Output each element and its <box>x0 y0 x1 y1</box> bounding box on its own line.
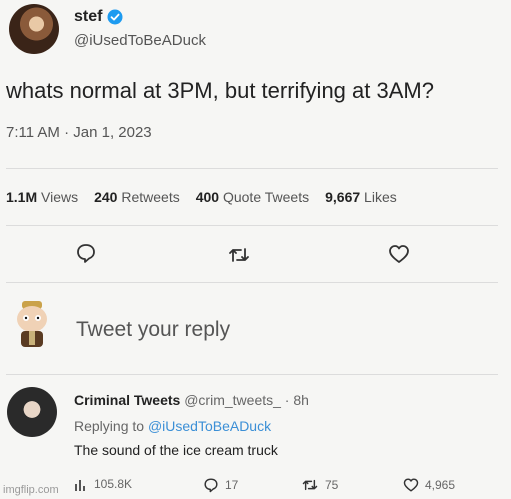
author-avatar[interactable] <box>9 4 59 54</box>
reply-like-count: 4,965 <box>425 478 456 492</box>
author-handle[interactable]: @iUsedToBeADuck <box>74 32 206 49</box>
divider <box>6 282 498 283</box>
composer-avatar[interactable] <box>15 299 49 351</box>
tweet-timestamp[interactable]: 7:11 AM · Jan 1, 2023 <box>6 124 152 141</box>
heart-icon[interactable] <box>388 243 410 265</box>
reply-separator: · <box>284 392 290 408</box>
comment-icon <box>203 477 219 493</box>
author-name-row: stef <box>74 8 123 26</box>
divider <box>6 374 498 375</box>
reply-retweet[interactable]: 75 <box>301 477 338 493</box>
reply-author-avatar[interactable] <box>7 387 57 437</box>
reply-header: Criminal Tweets @crim_tweets_ · 8h <box>74 392 309 408</box>
reply-age[interactable]: 8h <box>293 392 309 408</box>
retweet-icon[interactable] <box>228 244 250 266</box>
reply-views[interactable]: 105.8K <box>74 477 132 491</box>
reply-author-name[interactable]: Criminal Tweets <box>74 392 180 408</box>
retweet-icon <box>301 477 319 493</box>
likes-stat[interactable]: 9,667 Likes <box>325 189 397 205</box>
analytics-icon <box>74 477 88 491</box>
views-stat[interactable]: 1.1M Views <box>6 189 78 205</box>
divider <box>6 168 498 169</box>
verified-badge-icon <box>107 9 123 25</box>
replying-to: Replying to @iUsedToBeADuck <box>74 418 271 434</box>
comment-icon[interactable] <box>75 242 97 264</box>
tweet-stats: 1.1M Views 240 Retweets 400 Quote Tweets… <box>6 189 413 205</box>
replying-prefix: Replying to <box>74 418 145 434</box>
reply-comment-count: 17 <box>225 478 239 492</box>
watermark: imgflip.com <box>3 484 59 496</box>
reply-text: The sound of the ice cream truck <box>74 442 278 458</box>
reply-author-handle[interactable]: @crim_tweets_ <box>184 392 281 408</box>
reply-input[interactable]: Tweet your reply <box>76 318 230 342</box>
reply-comment[interactable]: 17 <box>203 477 238 493</box>
heart-icon <box>403 477 419 493</box>
reply-like[interactable]: 4,965 <box>403 477 455 493</box>
quote-tweets-stat[interactable]: 400 Quote Tweets <box>196 189 309 205</box>
retweets-stat[interactable]: 240 Retweets <box>94 189 180 205</box>
reply-views-count: 105.8K <box>94 477 133 491</box>
author-display-name[interactable]: stef <box>74 8 102 26</box>
divider <box>6 225 498 226</box>
reply-retweet-count: 75 <box>325 478 339 492</box>
replying-handle-link[interactable]: @iUsedToBeADuck <box>148 418 271 434</box>
tweet-text: whats normal at 3PM, but terrifying at 3… <box>6 78 434 103</box>
